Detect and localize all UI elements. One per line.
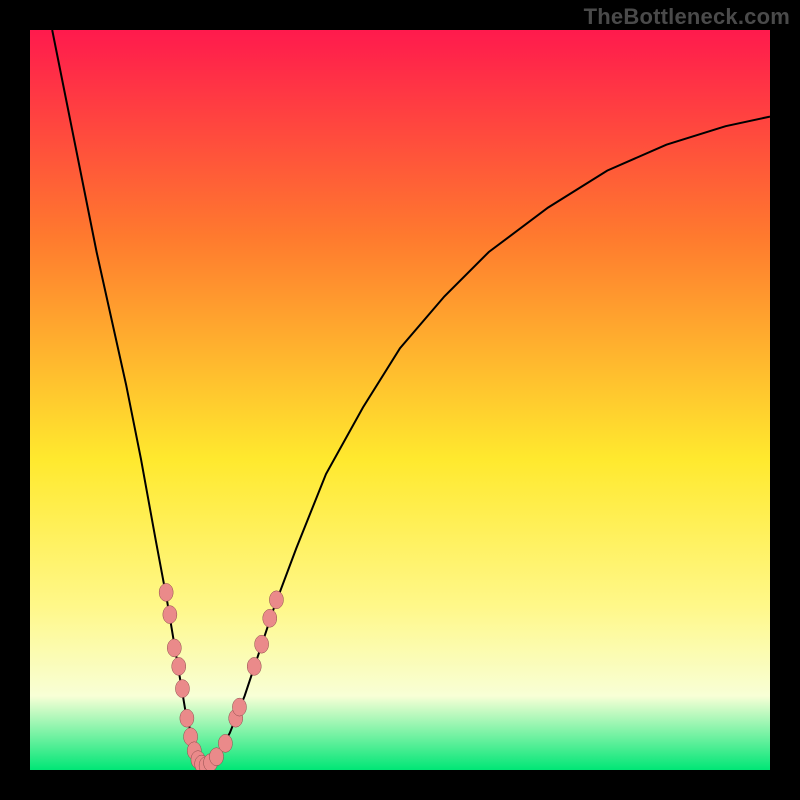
chart-svg xyxy=(30,30,770,770)
data-marker xyxy=(255,635,269,653)
data-marker xyxy=(175,680,189,698)
data-marker xyxy=(172,657,186,675)
data-marker xyxy=(247,657,261,675)
data-marker xyxy=(163,606,177,624)
data-marker xyxy=(159,583,173,601)
data-marker xyxy=(263,609,277,627)
gradient-background xyxy=(30,30,770,770)
watermark-text: TheBottleneck.com xyxy=(584,4,790,30)
data-marker xyxy=(180,709,194,727)
data-marker xyxy=(167,639,181,657)
data-marker xyxy=(232,698,246,716)
plot-area xyxy=(30,30,770,770)
data-marker xyxy=(269,591,283,609)
data-marker xyxy=(218,734,232,752)
outer-frame: TheBottleneck.com xyxy=(0,0,800,800)
